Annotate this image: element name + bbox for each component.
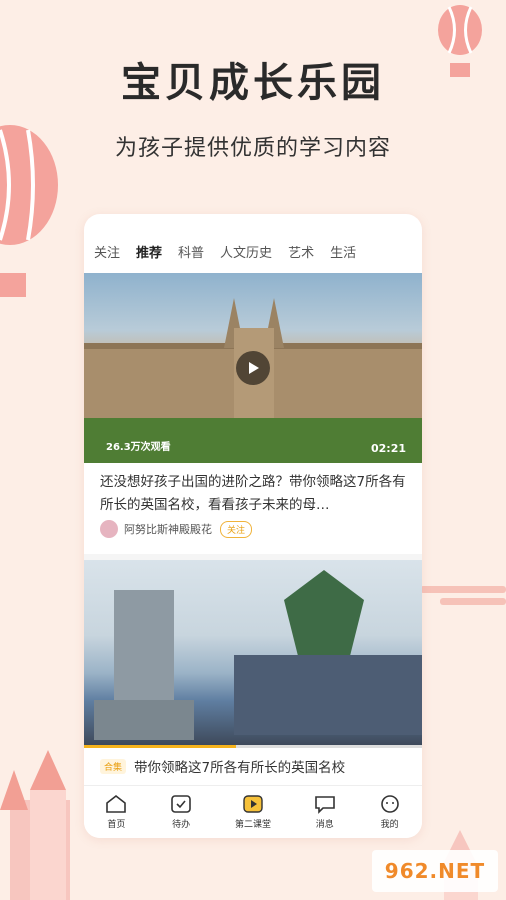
nav-messages-label: 消息	[315, 820, 334, 830]
nav-second-classroom-label: 第二课堂	[234, 820, 271, 830]
avatar[interactable]	[100, 520, 118, 538]
play-button[interactable]	[236, 351, 270, 385]
tab-follow[interactable]: 关注	[94, 242, 120, 274]
page-title: 宝贝成长乐园	[121, 60, 385, 106]
page-subtitle: 为孩子提供优质的学习内容	[114, 136, 391, 161]
author-row: 阿努比斯神殿殿花 关注	[100, 520, 253, 538]
collection-row: 合集 带你领略这7所各有所长的英国名校	[100, 756, 345, 776]
video-thumbnail[interactable]	[84, 560, 422, 748]
collection-title[interactable]: 带你领略这7所各有所长的英国名校	[134, 756, 345, 776]
play-icon	[249, 362, 259, 374]
nav-messages[interactable]: 消息	[314, 794, 336, 830]
collection-badge: 合集	[100, 758, 127, 774]
video-play-icon	[243, 795, 263, 813]
profile-icon	[380, 795, 399, 813]
video-description[interactable]: 还没想好孩子出国的进阶之路？带你领略这7所各有所长的英国名校，看看孩子未来的母…	[100, 471, 410, 517]
view-count: 26.3万次观看	[106, 442, 171, 453]
todo-icon	[171, 795, 191, 813]
site-watermark: 962.NET	[372, 850, 498, 892]
nav-profile[interactable]: 我的	[379, 794, 401, 830]
castle-illustration	[0, 750, 70, 900]
nav-profile-label: 我的	[380, 820, 399, 830]
statue-campus-illustration	[94, 570, 422, 740]
follow-button[interactable]: 关注	[220, 520, 253, 538]
nav-home[interactable]: 首页	[105, 794, 127, 830]
video-progress-bar[interactable]	[84, 745, 422, 748]
tab-humanities-history[interactable]: 人文历史	[220, 242, 272, 274]
video-thumbnail[interactable]: 26.3万次观看 02:21	[84, 273, 422, 463]
tab-life[interactable]: 生活	[330, 242, 356, 274]
tab-recommend[interactable]: 推荐	[136, 242, 162, 282]
video-duration: 02:21	[370, 442, 406, 455]
progress-fill	[84, 745, 237, 748]
bottom-navigation: 首页 待办 第二课堂 消息 我的	[84, 785, 422, 838]
message-icon	[314, 796, 335, 814]
tab-art[interactable]: 艺术	[288, 242, 314, 274]
nav-todo-label: 待办	[172, 820, 191, 830]
tab-science[interactable]: 科普	[178, 242, 204, 274]
author-name[interactable]: 阿努比斯神殿殿花	[124, 521, 212, 537]
nav-home-label: 首页	[107, 820, 126, 830]
cloud-shape	[420, 586, 506, 605]
home-icon	[106, 794, 127, 813]
app-screen: 关注 推荐 科普 人文历史 艺术 生活 26.3万次观看 02:21 还没想好孩…	[84, 214, 422, 838]
category-tabs: 关注 推荐 科普 人文历史 艺术 生活	[84, 214, 422, 282]
nav-todo[interactable]: 待办	[170, 794, 192, 830]
nav-second-classroom[interactable]: 第二课堂	[235, 794, 271, 830]
